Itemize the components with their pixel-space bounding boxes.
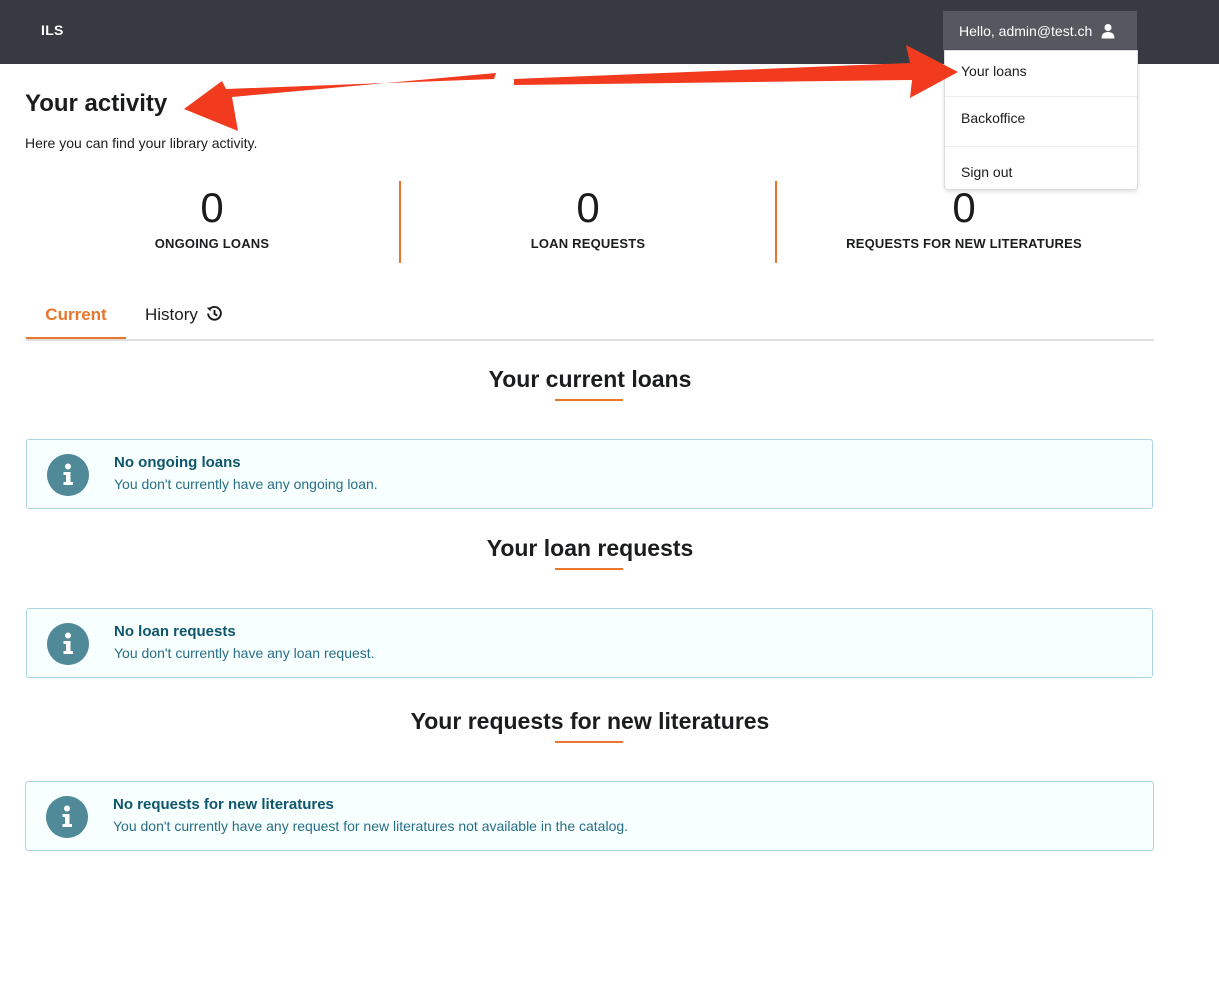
- stat-divider: [399, 181, 401, 263]
- stat-label: ONGOING LOANS: [154, 236, 270, 251]
- info-message-no-loans: No ongoing loans You don't currently hav…: [26, 439, 1153, 509]
- section-title-current-loans: Your current loans: [488, 366, 692, 392]
- info-icon: [47, 454, 89, 496]
- info-text: You don't currently have any ongoing loa…: [114, 476, 378, 492]
- tab-history[interactable]: History: [145, 293, 235, 337]
- info-text: You don't currently have any loan reques…: [114, 645, 375, 661]
- section-title-loan-requests: Your loan requests: [486, 535, 694, 561]
- activity-tabs: Current History: [26, 293, 1154, 341]
- info-message-no-literature-requests: No requests for new literatures You don'…: [25, 781, 1154, 851]
- brand-logo[interactable]: ILS: [41, 22, 64, 38]
- user-greeting: Hello, admin@test.ch: [959, 23, 1093, 39]
- info-title: No ongoing loans: [114, 454, 241, 471]
- stat-label: LOAN REQUESTS: [530, 236, 646, 251]
- info-text: You don't currently have any request for…: [113, 818, 629, 834]
- stat-value: 0: [200, 184, 224, 231]
- stat-label: REQUESTS FOR NEW LITERATURES: [846, 236, 1082, 251]
- stat-new-literature-requests: 0 REQUESTS FOR NEW LITERATURES: [778, 182, 1150, 251]
- info-title: No requests for new literatures: [113, 796, 334, 813]
- section-title-new-literatures: Your requests for new literatures: [410, 708, 770, 734]
- info-icon: [46, 796, 88, 838]
- history-icon: [206, 305, 222, 321]
- tab-history-label: History: [145, 305, 198, 324]
- menu-item-your-loans[interactable]: Your loans: [945, 51, 1137, 96]
- annotation-arrow-left: [184, 73, 496, 131]
- page-title: Your activity: [25, 90, 168, 117]
- user-dropdown-menu: Your loans Backoffice Sign out: [944, 50, 1138, 190]
- section-underline: [555, 399, 623, 401]
- stat-loan-requests: 0 LOAN REQUESTS: [402, 182, 774, 251]
- menu-item-sign-out[interactable]: Sign out: [945, 146, 1137, 189]
- info-title: No loan requests: [114, 623, 236, 640]
- info-message-no-loan-requests: No loan requests You don't currently hav…: [26, 608, 1153, 678]
- section-underline: [555, 568, 623, 570]
- tab-current[interactable]: Current: [26, 293, 126, 339]
- info-icon: [47, 623, 89, 665]
- section-underline: [555, 741, 623, 743]
- stat-divider: [775, 181, 777, 263]
- user-menu-button[interactable]: Hello, admin@test.ch: [943, 11, 1137, 51]
- stat-value: 0: [576, 184, 600, 231]
- page-subtitle: Here you can find your library activity.: [25, 135, 258, 151]
- stat-ongoing-loans: 0 ONGOING LOANS: [26, 182, 398, 251]
- user-icon: [1101, 24, 1115, 39]
- menu-item-backoffice[interactable]: Backoffice: [945, 96, 1137, 146]
